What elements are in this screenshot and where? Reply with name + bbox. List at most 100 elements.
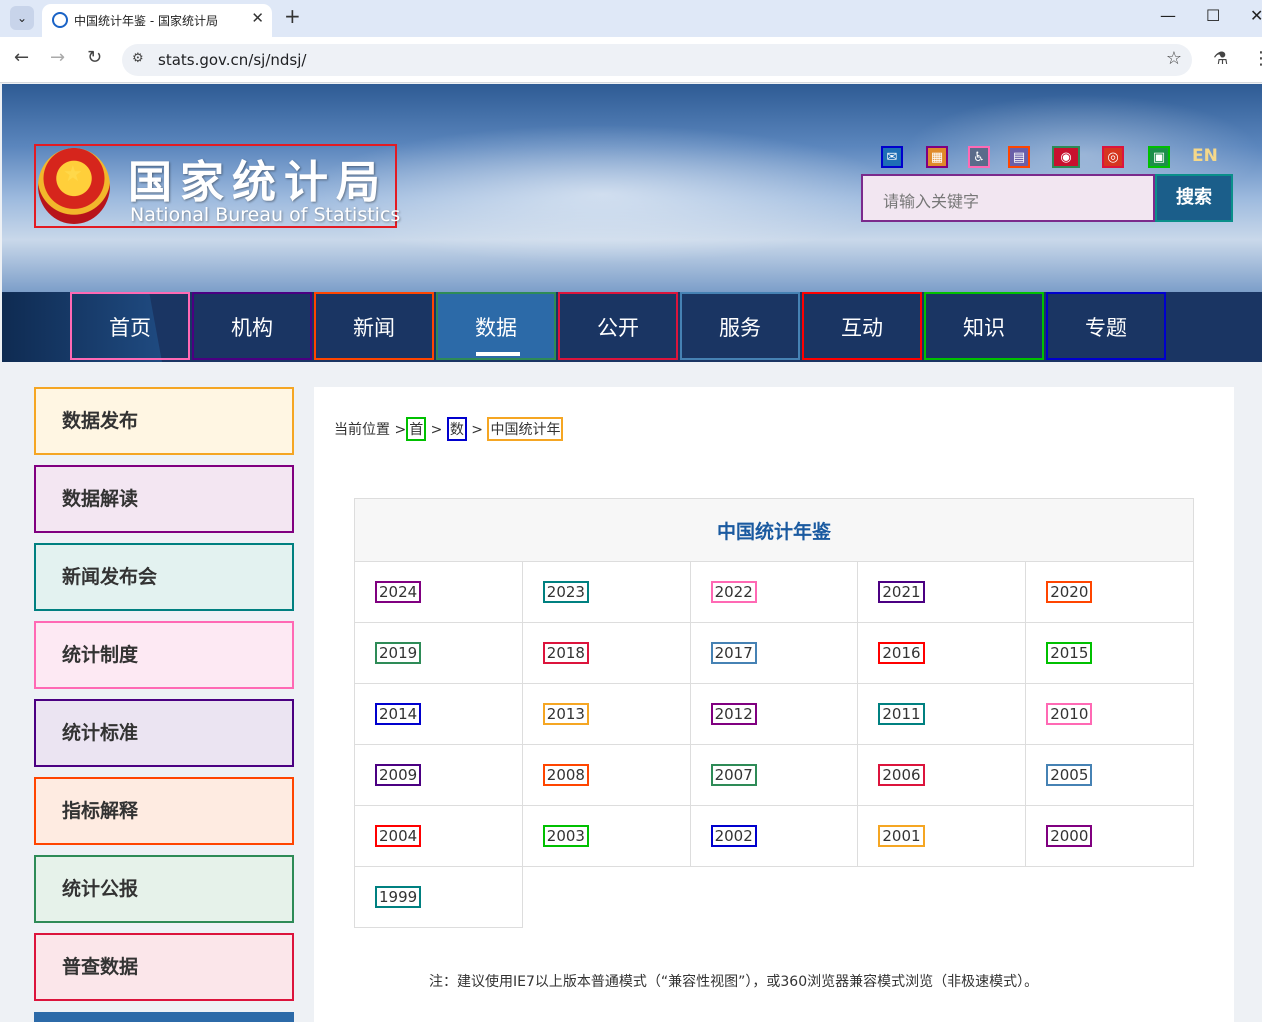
- site-info-icon[interactable]: ⚙: [132, 51, 144, 66]
- table-cell: 2012: [689, 683, 859, 745]
- close-window-button[interactable]: ✕: [1250, 6, 1262, 25]
- year-link[interactable]: 2003: [542, 825, 589, 847]
- year-link[interactable]: 2022: [710, 581, 757, 603]
- browser-tab-bar: ⌄ 中国统计年鉴 - 国家统计局 ✕ + — ☐ ✕: [0, 0, 1262, 37]
- year-link[interactable]: 2008: [542, 764, 589, 786]
- sidebar-item[interactable]: 统计公报: [34, 855, 294, 923]
- year-link[interactable]: 2014: [375, 703, 422, 725]
- english-link[interactable]: EN: [1192, 146, 1218, 166]
- nav-item[interactable]: 服务: [680, 292, 800, 360]
- mobile-icon[interactable]: ▣: [1148, 146, 1170, 168]
- qr-code-icon[interactable]: ▦: [926, 146, 948, 168]
- forward-arrow-icon[interactable]: →: [50, 47, 65, 68]
- compatibility-note: 注：建议使用IE7以上版本普通模式（“兼容性视图”），或360浏览器兼容模式浏览…: [429, 974, 1039, 990]
- nav-item[interactable]: 知识: [924, 292, 1044, 360]
- year-link[interactable]: 2005: [1046, 764, 1093, 786]
- year-link[interactable]: 2001: [878, 825, 925, 847]
- table-cell: 2015: [1025, 622, 1194, 684]
- year-link[interactable]: 2017: [710, 642, 757, 664]
- year-link[interactable]: 2020: [1046, 581, 1093, 603]
- nav-item-label: 知识: [963, 316, 1005, 340]
- nav-item-label: 公开: [597, 316, 639, 340]
- tab-search-dropdown[interactable]: ⌄: [10, 6, 34, 30]
- nav-item-label: 服务: [719, 316, 761, 340]
- breadcrumb-prefix: 当前位置 >: [334, 422, 407, 438]
- year-link[interactable]: 2002: [710, 825, 757, 847]
- new-tab-button[interactable]: +: [284, 4, 301, 28]
- table-cell: 2016: [857, 622, 1027, 684]
- sidebar-item[interactable]: 新闻发布会: [34, 543, 294, 611]
- nav-item[interactable]: 机构: [192, 292, 312, 360]
- table-row: 2004 2003 2002 2001 2000: [354, 805, 1194, 867]
- nav-item[interactable]: 公开: [558, 292, 678, 360]
- breadcrumb-current-link[interactable]: 中国统计年: [487, 417, 564, 441]
- table-cell: 2011: [857, 683, 1027, 745]
- yearbook-table: 中国统计年鉴 2024 2023 2022 2021 2020 2019 2018 2017 2…: [354, 498, 1194, 928]
- year-link[interactable]: 2016: [878, 642, 925, 664]
- year-link[interactable]: 2019: [375, 642, 422, 664]
- sidebar-item[interactable]: 指标解释: [34, 777, 294, 845]
- year-link[interactable]: 2007: [710, 764, 757, 786]
- maximize-button[interactable]: ☐: [1206, 6, 1220, 25]
- nav-item[interactable]: 数据: [436, 292, 556, 360]
- breadcrumb-home-link[interactable]: 首: [406, 417, 427, 441]
- labs-flask-icon[interactable]: ⚗: [1213, 49, 1228, 69]
- nav-active-underline: [476, 352, 520, 356]
- table-cell: 2014: [354, 683, 523, 745]
- year-link[interactable]: 1999: [375, 886, 422, 908]
- table-cell: 1999: [354, 866, 523, 928]
- sidebar-item[interactable]: 数据发布: [34, 387, 294, 455]
- year-link[interactable]: 2013: [542, 703, 589, 725]
- minimize-button[interactable]: —: [1160, 6, 1176, 25]
- sidebar-item[interactable]: 统计制度: [34, 621, 294, 689]
- nav-item-label: 数据: [475, 316, 517, 340]
- table-cell: 2017: [689, 622, 859, 684]
- table-row: 2014 2013 2012 2011 2010: [354, 683, 1194, 745]
- table-cell: 2021: [857, 561, 1027, 623]
- more-menu-icon[interactable]: ⋮: [1252, 48, 1262, 69]
- year-link[interactable]: 2012: [710, 703, 757, 725]
- sidebar-item-partial[interactable]: [34, 1012, 294, 1022]
- sidebar-item[interactable]: 统计标准: [34, 699, 294, 767]
- year-link[interactable]: 2021: [878, 581, 925, 603]
- back-arrow-icon[interactable]: ←: [14, 47, 29, 68]
- search-input[interactable]: 请输入关键字: [861, 174, 1155, 222]
- table-cell: 2010: [1025, 683, 1194, 745]
- year-link[interactable]: 2004: [375, 825, 422, 847]
- nav-item[interactable]: 互动: [802, 292, 922, 360]
- site-logo[interactable]: ★ 国家统计局 National Bureau of Statistics: [34, 144, 400, 228]
- year-link[interactable]: 2023: [542, 581, 589, 603]
- year-link[interactable]: 2011: [878, 703, 925, 725]
- main-nav: 首页 机构 新闻 数据 公开 服务 互动 知识 专题: [2, 292, 1262, 362]
- bookmark-star-icon[interactable]: ☆: [1166, 48, 1182, 69]
- year-link[interactable]: 2009: [375, 764, 422, 786]
- table-cell: 2024: [354, 561, 523, 623]
- nav-item[interactable]: 首页: [70, 292, 190, 360]
- year-link[interactable]: 2010: [1046, 703, 1093, 725]
- reload-icon[interactable]: ↻: [87, 47, 102, 68]
- table-cell: 2019: [354, 622, 523, 684]
- app-icon[interactable]: ▤: [1008, 146, 1030, 168]
- sidebar-item[interactable]: 普查数据: [34, 933, 294, 1001]
- mail-icon[interactable]: ✉: [881, 146, 903, 168]
- wechat-icon[interactable]: ◉: [1052, 146, 1080, 168]
- year-link[interactable]: 2006: [878, 764, 925, 786]
- browser-tab[interactable]: 中国统计年鉴 - 国家统计局 ✕: [42, 4, 272, 37]
- table-cell: 2001: [857, 805, 1027, 867]
- breadcrumb-data-link[interactable]: 数: [446, 417, 467, 441]
- weibo-icon[interactable]: ◎: [1102, 146, 1124, 168]
- nav-item[interactable]: 新闻: [314, 292, 434, 360]
- header-banner: ★ 国家统计局 National Bureau of Statistics ✉ …: [2, 84, 1262, 292]
- nav-item-label: 互动: [841, 316, 883, 340]
- nav-item[interactable]: 专题: [1046, 292, 1166, 360]
- accessibility-icon[interactable]: ♿: [968, 146, 990, 168]
- year-link[interactable]: 2015: [1046, 642, 1093, 664]
- tab-close-icon[interactable]: ✕: [251, 9, 264, 27]
- year-link[interactable]: 2000: [1046, 825, 1093, 847]
- year-link[interactable]: 2024: [375, 581, 422, 603]
- url-field[interactable]: ⚙ stats.gov.cn/sj/ndsj/ ☆: [122, 44, 1192, 76]
- sidebar-item[interactable]: 数据解读: [34, 465, 294, 533]
- search-button[interactable]: 搜索: [1155, 174, 1233, 222]
- site-favicon-icon: [52, 12, 68, 28]
- year-link[interactable]: 2018: [542, 642, 589, 664]
